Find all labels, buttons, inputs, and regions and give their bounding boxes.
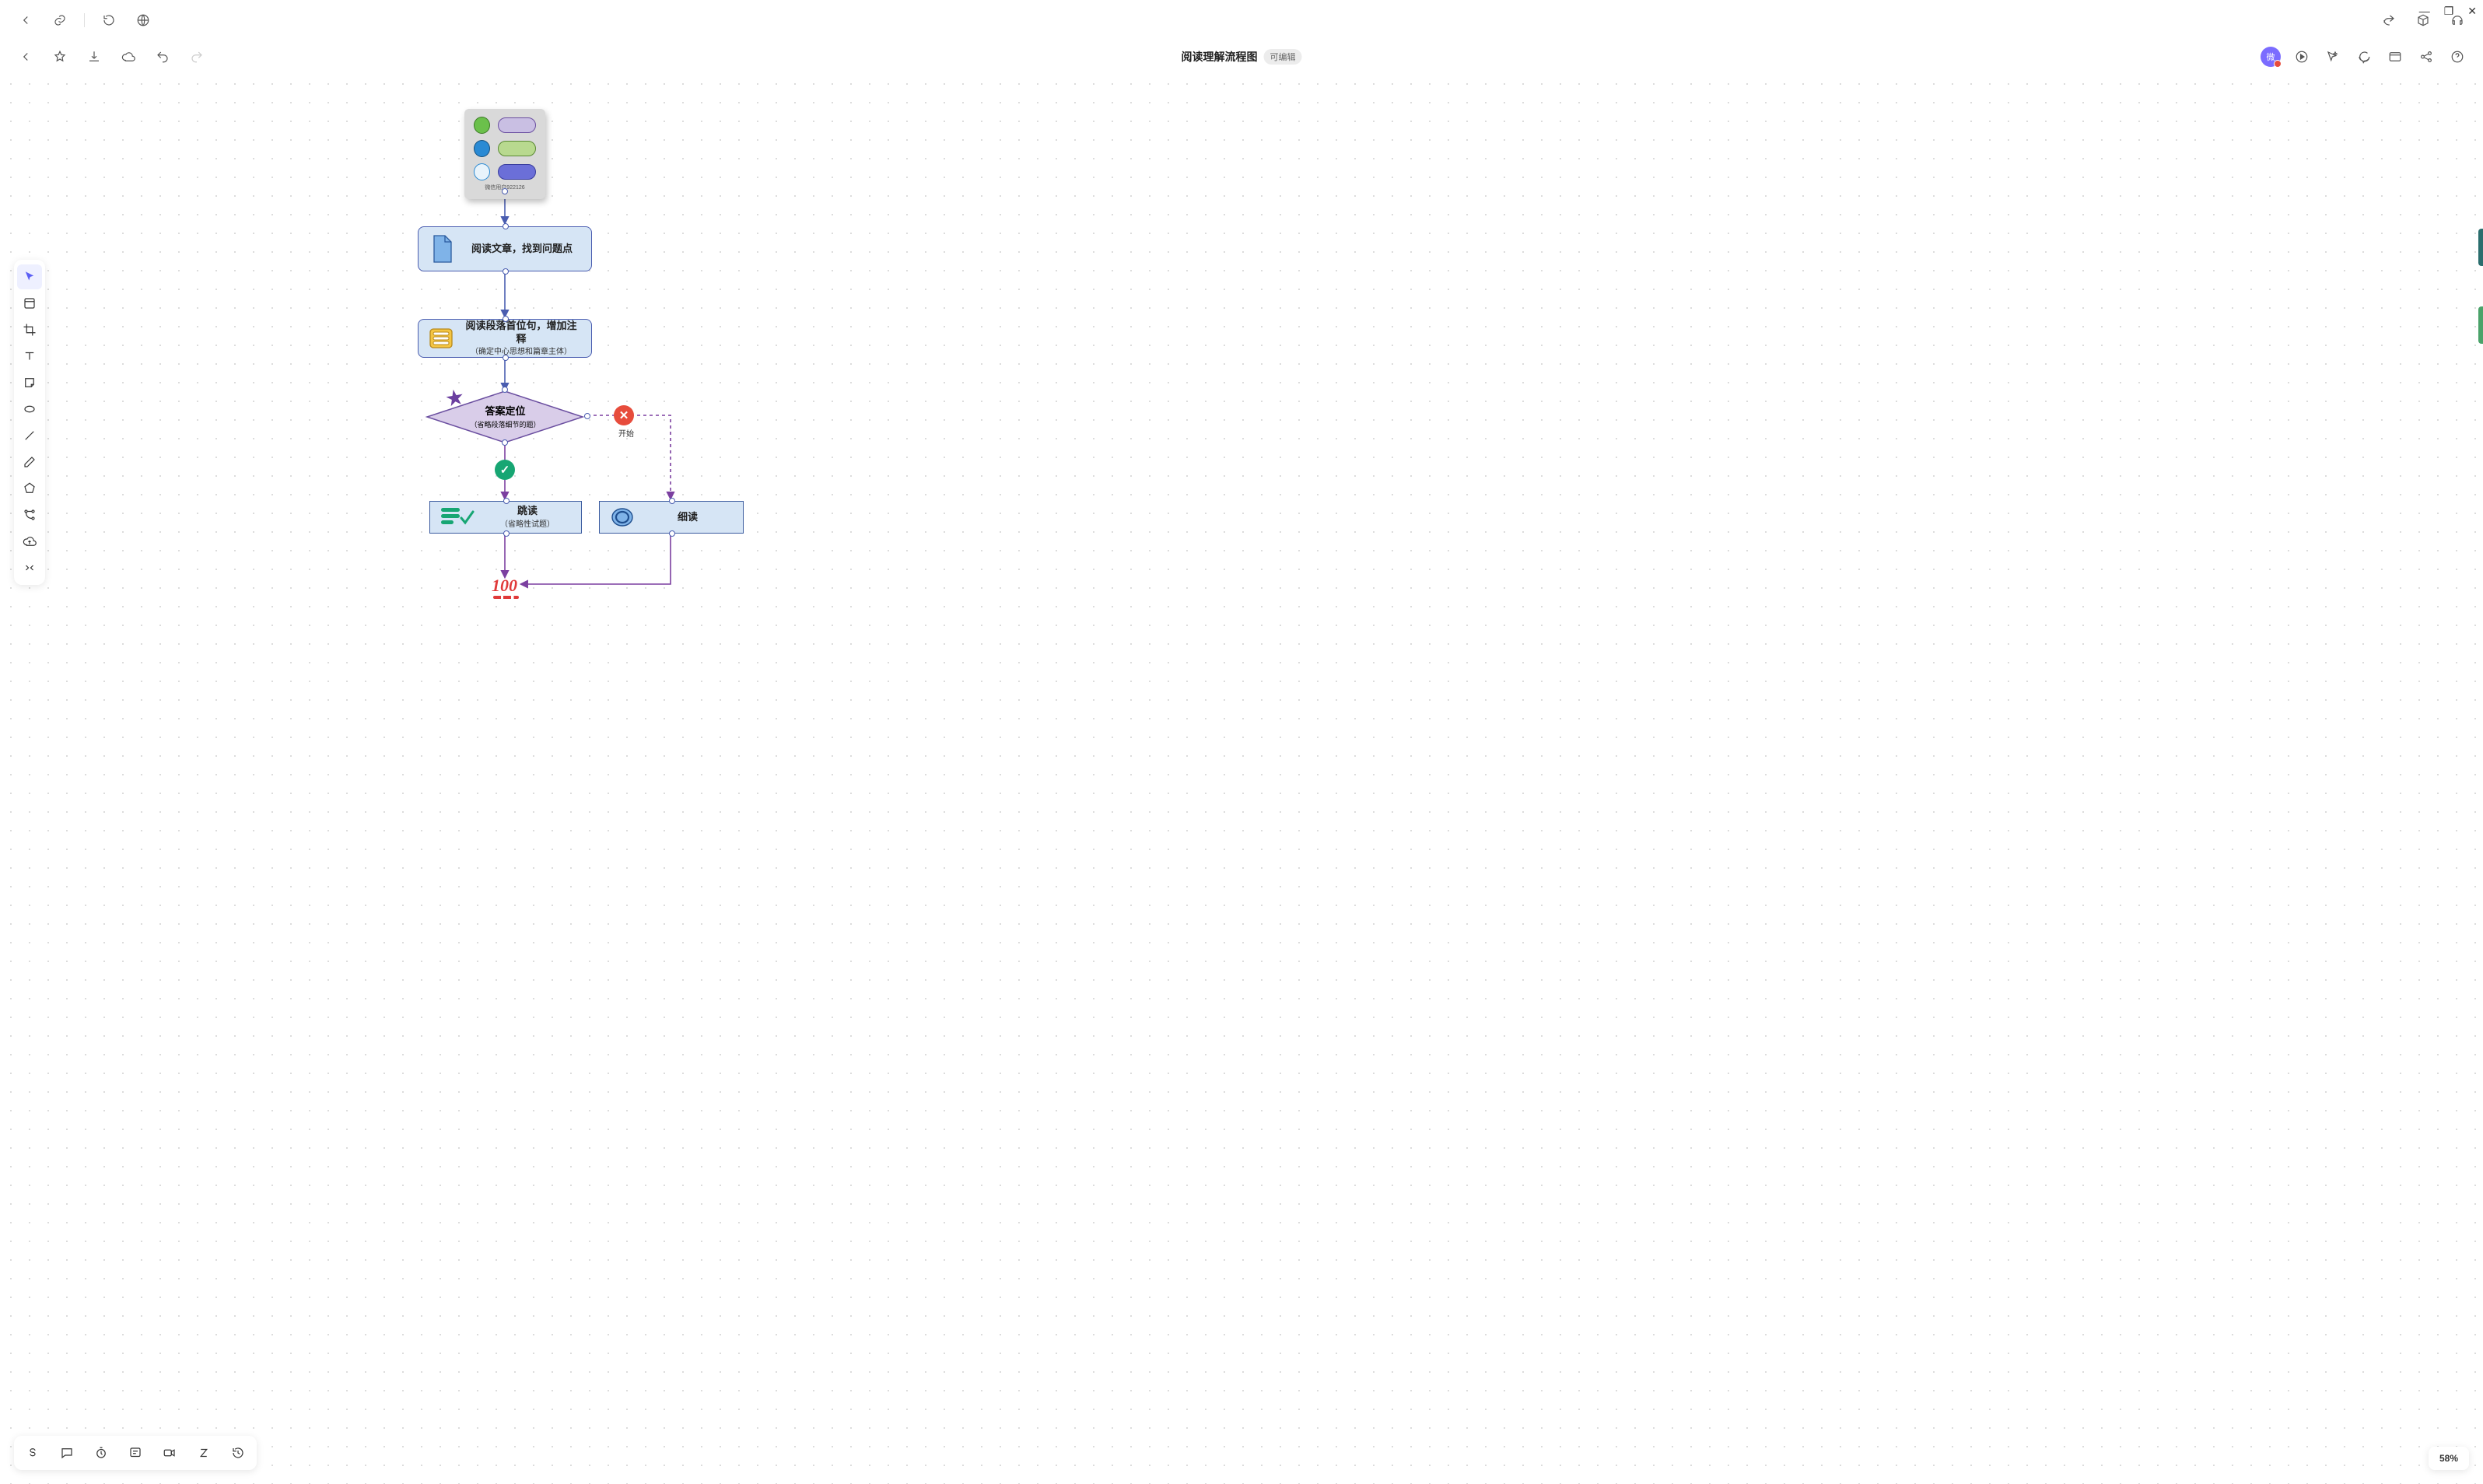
cross-icon: ✕ xyxy=(614,405,634,425)
node-label: 跳读（省略性试题） xyxy=(485,505,570,530)
editable-badge: 可编辑 xyxy=(1264,49,1302,65)
app-toolbar: 阅读理解流程图 可编辑 微 xyxy=(0,40,2483,73)
score-hundred-icon: 100 xyxy=(492,576,517,596)
edge-label-no: 开始 xyxy=(618,427,634,439)
redo-icon[interactable] xyxy=(187,47,207,67)
cursor-sparkle-icon[interactable] xyxy=(2323,47,2343,67)
download-icon[interactable] xyxy=(84,47,104,67)
share-icon[interactable] xyxy=(2416,47,2436,67)
cloud-icon[interactable] xyxy=(118,47,138,67)
share-arrow-icon[interactable] xyxy=(2379,10,2399,30)
back-icon[interactable] xyxy=(16,47,36,67)
star-icon[interactable] xyxy=(50,47,70,67)
play-icon[interactable] xyxy=(2292,47,2312,67)
doc-title[interactable]: 阅读理解流程图 xyxy=(1182,49,1258,65)
headset-icon[interactable] xyxy=(2447,10,2467,30)
globe-icon[interactable] xyxy=(133,10,153,30)
panel-icon[interactable] xyxy=(2385,47,2405,67)
node-read-first-sentences[interactable]: 阅读段落首位句，增加注释（确定中心思想和篇章主体） xyxy=(418,319,592,358)
canvas[interactable]: 58% 微信用户922126 xyxy=(0,73,2483,1484)
browser-bar xyxy=(0,0,2483,40)
node-label: 阅读文章，找到问题点 xyxy=(464,243,580,256)
undo-icon[interactable] xyxy=(152,47,173,67)
diagram: 微信用户922126 阅读文章，找到问题点 阅读段落首位句，增加注释（确定中心思… xyxy=(0,73,2483,1484)
cube-icon[interactable] xyxy=(2413,10,2433,30)
node-locate-answer[interactable]: 答案定位（省略段落细节的题） ★ xyxy=(445,390,566,443)
nav-back-icon[interactable] xyxy=(16,10,36,30)
document-icon xyxy=(429,234,454,264)
node-read-article[interactable]: 阅读文章，找到问题点 xyxy=(418,226,592,271)
checklist-icon xyxy=(441,507,475,527)
lens-icon xyxy=(611,507,634,527)
edges xyxy=(0,73,2483,1484)
check-icon: ✓ xyxy=(495,460,515,480)
refresh-icon[interactable] xyxy=(99,10,119,30)
node-label: 细读 xyxy=(643,511,732,524)
avatar[interactable]: 微 xyxy=(2261,47,2281,67)
node-label: 阅读段落首位句，增加注释（确定中心思想和篇章主体） xyxy=(462,320,580,358)
comment-icon[interactable] xyxy=(2354,47,2374,67)
list-icon xyxy=(429,328,453,348)
star-icon: ★ xyxy=(443,383,466,412)
legend-box[interactable]: 微信用户922126 xyxy=(464,109,545,199)
node-closeread[interactable]: 细读 xyxy=(599,501,744,534)
node-skim[interactable]: 跳读（省略性试题） xyxy=(429,501,582,534)
help-icon[interactable] xyxy=(2447,47,2467,67)
link-icon[interactable] xyxy=(50,10,70,30)
